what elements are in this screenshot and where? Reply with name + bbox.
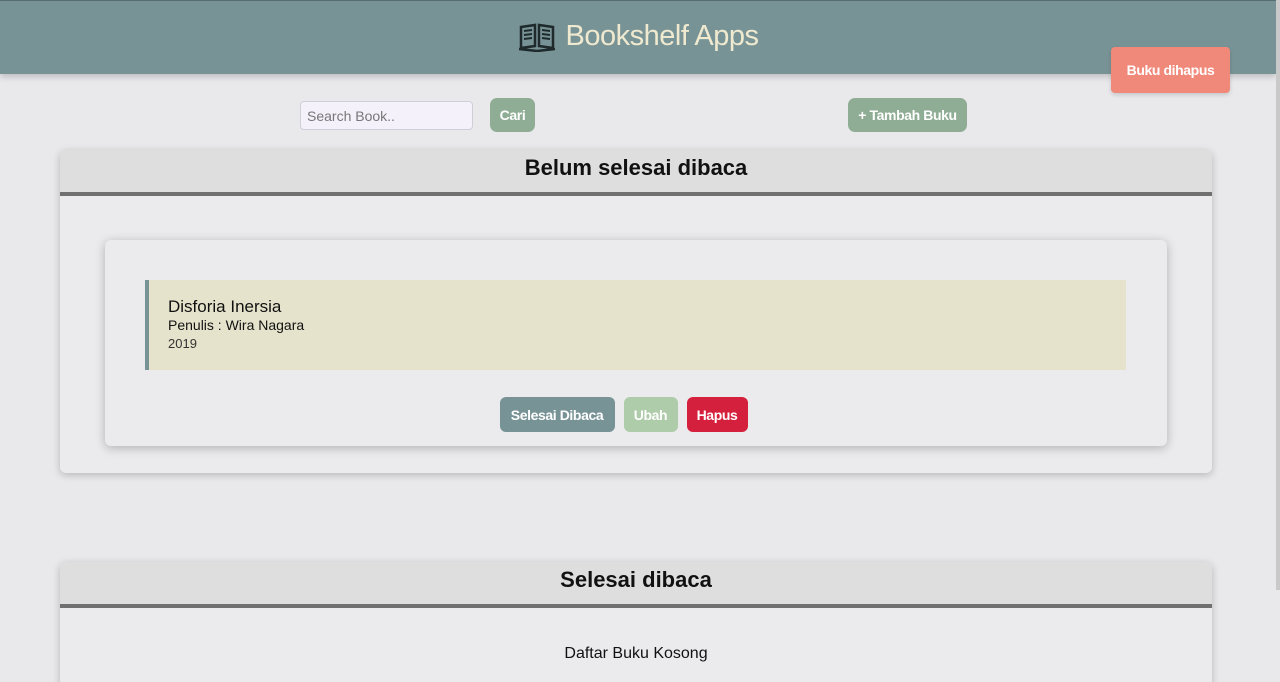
unread-shelf-header: Belum selesai dibaca xyxy=(60,150,1212,196)
app-header: Bookshelf Apps xyxy=(0,0,1276,74)
app-title: Bookshelf Apps xyxy=(565,20,759,52)
search-input[interactable] xyxy=(300,101,473,130)
deleted-books-button[interactable]: Buku dihapus xyxy=(1111,47,1230,93)
unread-shelf-title: Belum selesai dibaca xyxy=(524,155,748,180)
open-book-icon xyxy=(518,23,555,52)
book-author: Penulis : Wira Nagara xyxy=(168,317,305,333)
unread-shelf: Belum selesai dibaca Disforia Inersia Pe… xyxy=(60,150,1212,473)
add-book-button[interactable]: + Tambah Buku xyxy=(848,98,967,132)
book-card: Disforia Inersia Penulis : Wira Nagara 2… xyxy=(105,240,1167,446)
read-shelf-title: Selesai dibaca xyxy=(560,567,712,592)
search-button[interactable]: Cari xyxy=(490,98,535,132)
empty-list-message: Daftar Buku Kosong xyxy=(564,645,708,662)
edit-book-button[interactable]: Ubah xyxy=(623,397,678,432)
read-shelf-header: Selesai dibaca xyxy=(60,562,1212,608)
page-scrollbar[interactable] xyxy=(1276,0,1280,590)
book-actions: Selesai Dibaca Ubah Hapus xyxy=(105,397,1167,432)
read-shelf: Selesai dibaca Daftar Buku Kosong xyxy=(60,562,1212,682)
book-title: Disforia Inersia xyxy=(168,297,282,316)
brand: Bookshelf Apps xyxy=(518,20,759,53)
bookshelf-app: Bookshelf Apps Buku dihapus Cari + Tamba… xyxy=(0,0,1280,682)
delete-book-button[interactable]: Hapus xyxy=(686,397,748,432)
book-year: 2019 xyxy=(168,336,197,351)
book-info: Disforia Inersia Penulis : Wira Nagara 2… xyxy=(145,280,1126,370)
mark-finished-button[interactable]: Selesai Dibaca xyxy=(499,397,615,432)
